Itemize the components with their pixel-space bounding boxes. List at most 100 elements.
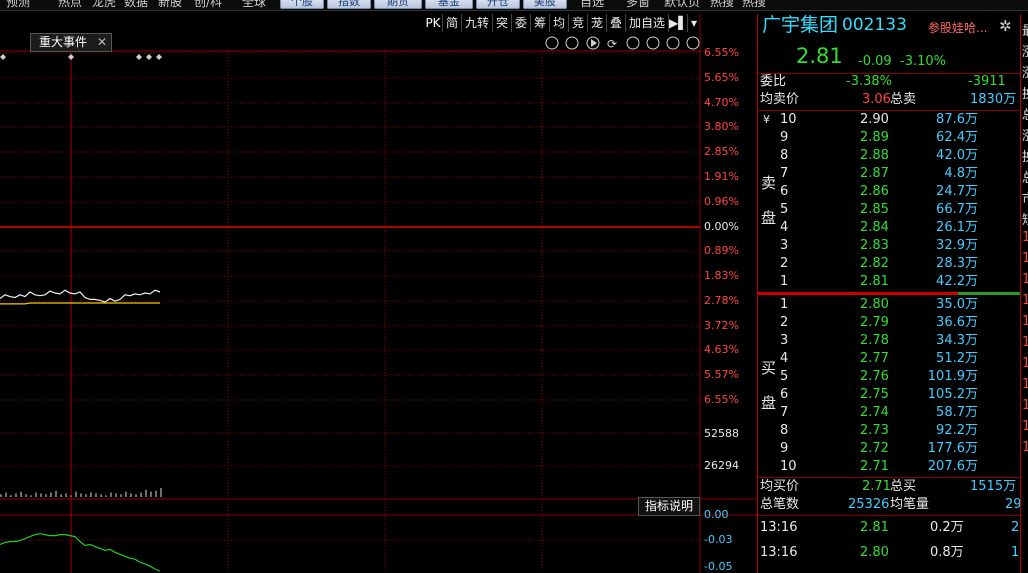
tick-time: 13:16 xyxy=(760,545,798,560)
price-axis-label: 5.65% xyxy=(704,71,739,84)
level-volume: 42.0万 xyxy=(936,148,978,163)
level-label: 1 xyxy=(780,274,789,289)
price-change: -0.09 xyxy=(858,54,892,69)
level-volume: 66.7万 xyxy=(936,202,978,217)
level-label: 6 xyxy=(780,387,789,402)
side-column-char: 涨 xyxy=(1022,62,1028,81)
price-axis-label: 1.83% xyxy=(704,269,739,282)
major-events-tab[interactable]: 重大事件 ✕ xyxy=(30,33,112,52)
intraday-chart[interactable]: ⟳ xyxy=(0,0,757,573)
side-column-char: 总 xyxy=(1022,104,1028,123)
bid-row[interactable]: 9 2.72 177.6万 xyxy=(758,440,1020,458)
side-column-char: 1 xyxy=(1022,230,1028,245)
level-price: 2.84 xyxy=(860,220,889,235)
ask-row[interactable]: 1 2.81 42.2万 xyxy=(758,273,1020,291)
price-axis-label: 2.78% xyxy=(704,294,739,307)
ask-bid-divider-red xyxy=(758,292,958,295)
avg-sell-row: 均卖价 3.06 总卖 1830万 xyxy=(758,91,1020,109)
side-column-char: 1 xyxy=(1022,419,1028,434)
zoom-out-icon[interactable] xyxy=(686,36,700,50)
indicator-axis-label: -0.05 xyxy=(704,560,733,573)
side-column-clipped: 最涨涨换总涨换总市短11111111111 xyxy=(1020,14,1028,573)
price-axis-label: 0.00% xyxy=(704,220,739,233)
lock-icon[interactable] xyxy=(646,36,660,50)
level-volume: 36.6万 xyxy=(936,315,978,330)
level-price: 2.79 xyxy=(860,315,889,330)
price-line xyxy=(0,289,161,303)
avg-trade-label: 均笔量 xyxy=(890,497,930,512)
level-label: 2 xyxy=(780,256,789,271)
zoom-in-icon[interactable] xyxy=(666,36,680,50)
level-volume: 101.9万 xyxy=(927,369,978,384)
level-volume: 24.7万 xyxy=(936,184,978,199)
weibi-label: 委比 xyxy=(760,74,787,89)
bid-row[interactable]: 1 2.80 35.0万 xyxy=(758,296,1020,314)
tick-count: 2 xyxy=(1011,520,1020,535)
level-label: 4 xyxy=(780,220,789,235)
side-column-char: 换 xyxy=(1022,146,1028,165)
ask-row[interactable]: 7 2.87 4.8万 xyxy=(758,165,1020,183)
quote-panel: 广宇集团 002133 参股娃哈... ✲ 2.81 -0.09 -3.10% … xyxy=(757,14,1022,573)
price-axis-label: 4.63% xyxy=(704,343,739,356)
level-volume: 34.3万 xyxy=(936,333,978,348)
level-volume: 207.6万 xyxy=(927,459,978,474)
close-icon[interactable]: ✕ xyxy=(97,34,107,51)
concept-tag[interactable]: 参股娃哈... xyxy=(928,19,987,37)
level-volume: 42.2万 xyxy=(936,274,978,289)
bid-row[interactable]: 2 2.79 36.6万 xyxy=(758,314,1020,332)
avg-sell-label: 均卖价 xyxy=(760,92,800,107)
side-column-char: 市 xyxy=(1022,188,1028,207)
volume-axis-label: 52588 xyxy=(704,427,739,440)
tick-volume: 0.8万 xyxy=(930,545,964,560)
level-volume: 177.6万 xyxy=(927,441,978,456)
ask-row[interactable]: 4 2.84 26.1万 xyxy=(758,219,1020,237)
avg-buy-label: 均买价 xyxy=(760,479,800,494)
side-column-char: 1 xyxy=(1022,293,1028,308)
bid-row[interactable]: 6 2.75 105.2万 xyxy=(758,386,1020,404)
trades-value: 25326 xyxy=(848,497,890,512)
indicator-axis-label: -0.03 xyxy=(704,533,733,546)
ask-row[interactable]: 9 2.89 62.4万 xyxy=(758,129,1020,147)
hand-icon[interactable] xyxy=(565,36,579,50)
avg-buy-row: 均买价 2.71 总买 1515万 xyxy=(758,478,1020,496)
level-price: 2.73 xyxy=(860,423,889,438)
level-price: 2.86 xyxy=(860,184,889,199)
ask-row[interactable]: 6 2.86 24.7万 xyxy=(758,183,1020,201)
level-price: 2.77 xyxy=(860,351,889,366)
volume-axis-label: 26294 xyxy=(704,459,739,472)
play-triangle-icon xyxy=(591,39,597,47)
ask-row[interactable]: 3 2.83 32.9万 xyxy=(758,237,1020,255)
level-label: 8 xyxy=(780,423,789,438)
quote-header: 广宇集团 002133 参股娃哈... ✲ xyxy=(758,14,1020,40)
sell-side-label: 卖 xyxy=(761,174,777,192)
avg-buy-value: 2.71 xyxy=(862,479,891,494)
level-label: 4 xyxy=(780,351,789,366)
level-price: 2.90 xyxy=(860,112,889,127)
sell-side-label: 盘 xyxy=(761,209,777,227)
bid-row[interactable]: 8 2.73 92.2万 xyxy=(758,422,1020,440)
ask-row[interactable]: 8 2.88 42.0万 xyxy=(758,147,1020,165)
bid-row[interactable]: 5 2.76 101.9万 xyxy=(758,368,1020,386)
buy-side-label: 买 xyxy=(761,359,777,377)
tick-time: 13:16 xyxy=(760,520,798,535)
level-volume: 28.3万 xyxy=(936,256,978,271)
bid-row[interactable]: 7 2.74 58.7万 xyxy=(758,404,1020,422)
gear-icon[interactable]: ✲ xyxy=(999,17,1012,35)
ask-row[interactable]: 5 2.85 66.7万 xyxy=(758,201,1020,219)
ask-row[interactable]: 2 2.82 28.3万 xyxy=(758,255,1020,273)
side-column-char: 1 xyxy=(1022,440,1028,455)
weicha-value: -3911 xyxy=(968,74,1006,89)
tick-row: 13:16 2.80 0.8万 1 xyxy=(758,544,1020,562)
indicator-line xyxy=(0,533,161,572)
total-sell-label: 总卖 xyxy=(890,92,917,107)
indicator-help-button[interactable]: 指标说明 xyxy=(638,497,700,516)
side-column-char: 最 xyxy=(1022,20,1028,39)
eye-icon[interactable] xyxy=(545,36,559,50)
price-axis-label: 0.89% xyxy=(704,244,739,257)
event-marker-icon xyxy=(136,54,142,60)
bid-row[interactable]: 3 2.78 34.3万 xyxy=(758,332,1020,350)
scissors-icon[interactable] xyxy=(626,36,640,50)
bid-row[interactable]: 10 2.71 207.6万 xyxy=(758,458,1020,476)
ask-row[interactable]: 10 2.90 87.6万 xyxy=(758,111,1020,129)
bid-row[interactable]: 4 2.77 51.2万 xyxy=(758,350,1020,368)
